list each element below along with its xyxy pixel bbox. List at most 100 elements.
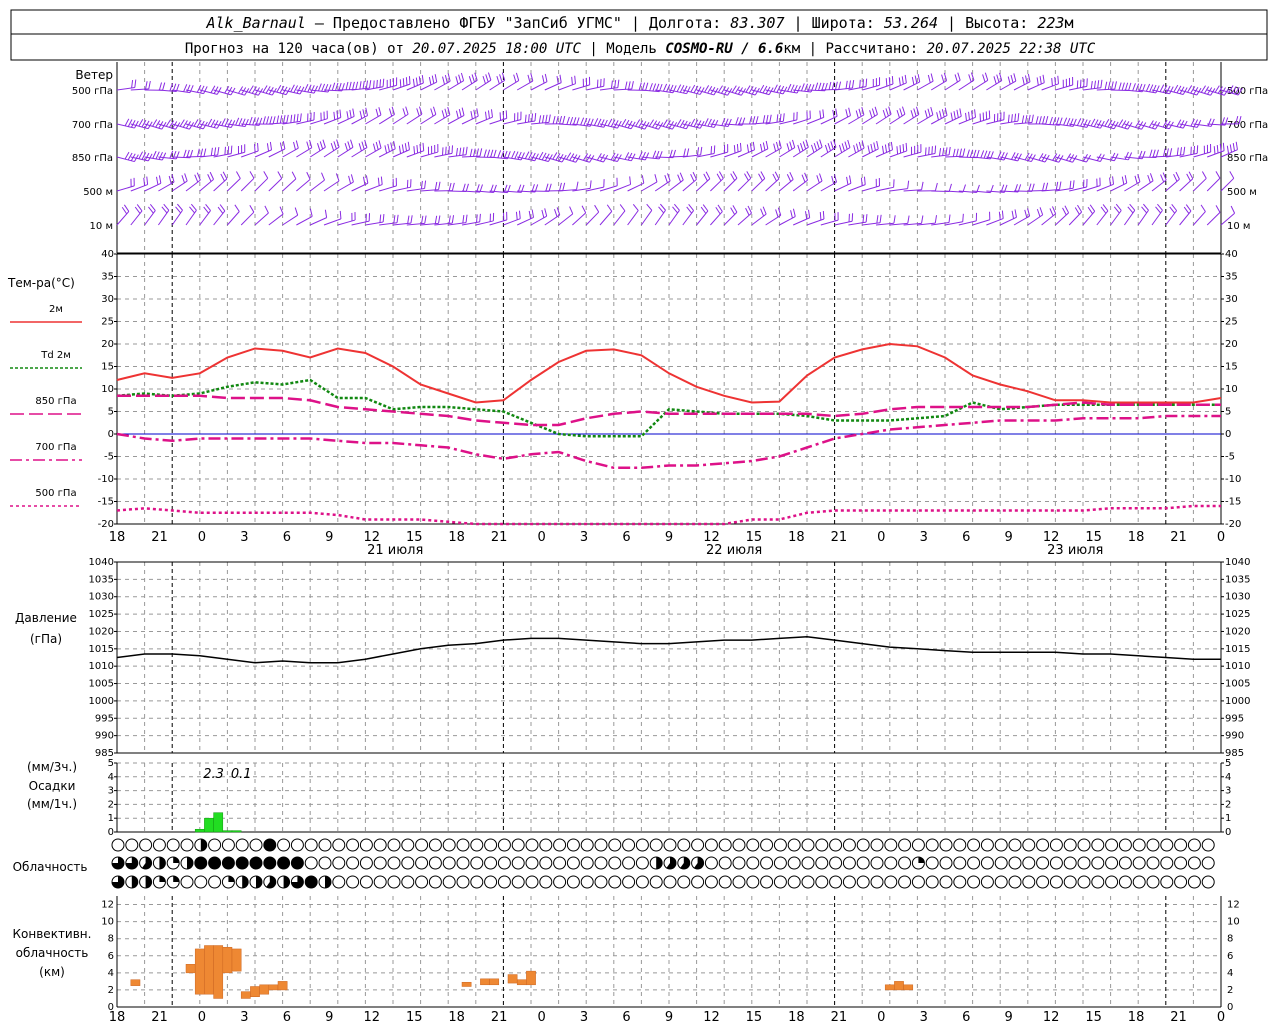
cloud-symbol [898, 856, 912, 870]
y-tick-label-left: -15 [98, 497, 114, 508]
y-tick-label-left: 35 [101, 272, 114, 283]
wind-barb-feather [141, 152, 147, 160]
cloud-symbol [1049, 875, 1063, 889]
cloud-symbol [884, 856, 898, 870]
wind-barb-feather [401, 144, 405, 153]
wind-barb-shaft [365, 147, 382, 158]
wind-barb [668, 148, 690, 158]
wind-barb-shaft [862, 185, 880, 192]
wind-barb-shaft [972, 117, 990, 125]
wind-barb-feather [1222, 142, 1225, 151]
cloud-symbol [208, 856, 222, 870]
wind-barb-shaft [530, 81, 548, 91]
wind-barb-feather [941, 109, 945, 118]
cloud-symbol [180, 838, 194, 852]
cloud-symbol [911, 875, 925, 889]
wind-barb-shaft [254, 177, 269, 192]
wind-barb-feather [996, 74, 1000, 83]
cloud-symbol [649, 838, 663, 852]
y-tick-label-right: 1040 [1225, 557, 1250, 568]
cloud-circle [1049, 838, 1063, 852]
wind-barb-feather [679, 85, 685, 93]
wind-barb-feather [1011, 114, 1013, 123]
wind-barb-feather [404, 143, 408, 152]
wind-barb-shaft [337, 146, 354, 158]
wind-barb [254, 205, 269, 226]
cloud-circle [428, 875, 442, 889]
y-tick-label-right: 5 [1225, 407, 1231, 418]
wind-barb-feather [796, 85, 801, 94]
cloud-symbol [277, 856, 291, 870]
wind-barb-feather [559, 74, 562, 83]
cloud-symbol [801, 856, 815, 870]
cloud-circle [553, 856, 567, 870]
wind-barb-feather [479, 213, 481, 222]
cloud-circle [967, 838, 981, 852]
wind-barb-feather [387, 143, 390, 152]
wind-barb [1165, 171, 1180, 192]
cloud-symbol [967, 856, 981, 870]
wind-barb-feather [362, 80, 365, 89]
wind-barb-shaft [1082, 210, 1096, 226]
wind-barb-feather [686, 86, 691, 94]
cloud-symbol [139, 875, 153, 889]
cloud-circle [1063, 856, 1077, 870]
wind-barb-feather [1118, 119, 1124, 127]
wind-barb-feather [853, 145, 857, 154]
cloud-symbol [152, 875, 166, 889]
wind-barb [1041, 206, 1057, 226]
wind-barb-shaft [240, 177, 255, 192]
cloud-symbol [939, 875, 953, 889]
wind-barb-feather [183, 149, 187, 158]
wind-barb-feather [797, 144, 801, 153]
cloud-circle [594, 838, 608, 852]
wind-barb-feather [210, 119, 216, 127]
cloud-symbol [263, 875, 277, 889]
wind-barb-feather [870, 143, 873, 152]
cloud-symbol [580, 856, 594, 870]
cloud-symbol [318, 875, 332, 889]
cloud-circle [428, 838, 442, 852]
cloud-circle [373, 856, 387, 870]
wind-barb [503, 210, 521, 226]
wind-barb-shaft [917, 80, 934, 91]
wind-barb [903, 181, 924, 192]
wind-barb-shaft [779, 216, 796, 226]
wind-barb-feather [451, 182, 455, 191]
cloud-symbol [1146, 875, 1160, 889]
cloud-fill [242, 876, 249, 888]
cloud-circle [1160, 856, 1174, 870]
wind-barb [144, 203, 156, 226]
wind-barb-feather [786, 143, 790, 152]
wind-barb [930, 72, 948, 91]
y-tick-label-left: 6 [108, 951, 114, 962]
cloud-symbol [525, 856, 539, 870]
cloud-circle [1105, 838, 1119, 852]
wind-barb-feather [1042, 74, 1045, 83]
wind-barb-feather [1074, 207, 1080, 215]
wind-barb [1179, 204, 1192, 226]
cloud-circle [470, 856, 484, 870]
wind-barb-feather [1176, 147, 1179, 156]
wind-barb-shaft [917, 114, 934, 125]
convective-bar [185, 964, 196, 974]
cloud-circle [235, 838, 249, 852]
wind-barb-feather [345, 81, 349, 90]
x-hour-label: 9 [1005, 530, 1013, 545]
legend-label: 700 гПа [35, 442, 76, 453]
y-tick-label-left: 8 [108, 934, 114, 945]
wind-barb-feather [248, 85, 254, 93]
wind-barb-shaft [751, 213, 767, 226]
wind-barb [365, 176, 383, 192]
cloud-symbol [1077, 875, 1091, 889]
wind-barb-feather [593, 118, 599, 126]
wind-barb-feather [1110, 152, 1116, 161]
wind-barb-feather [1124, 151, 1129, 160]
cloud-fill [250, 857, 262, 869]
cloud-symbol [484, 856, 498, 870]
wind-barb-feather [490, 109, 493, 118]
wind-barb-feather [831, 175, 835, 184]
wind-barb-feather [569, 116, 574, 125]
y-tick-label-right: 6 [1227, 951, 1233, 962]
cloud-symbol [1187, 838, 1201, 852]
